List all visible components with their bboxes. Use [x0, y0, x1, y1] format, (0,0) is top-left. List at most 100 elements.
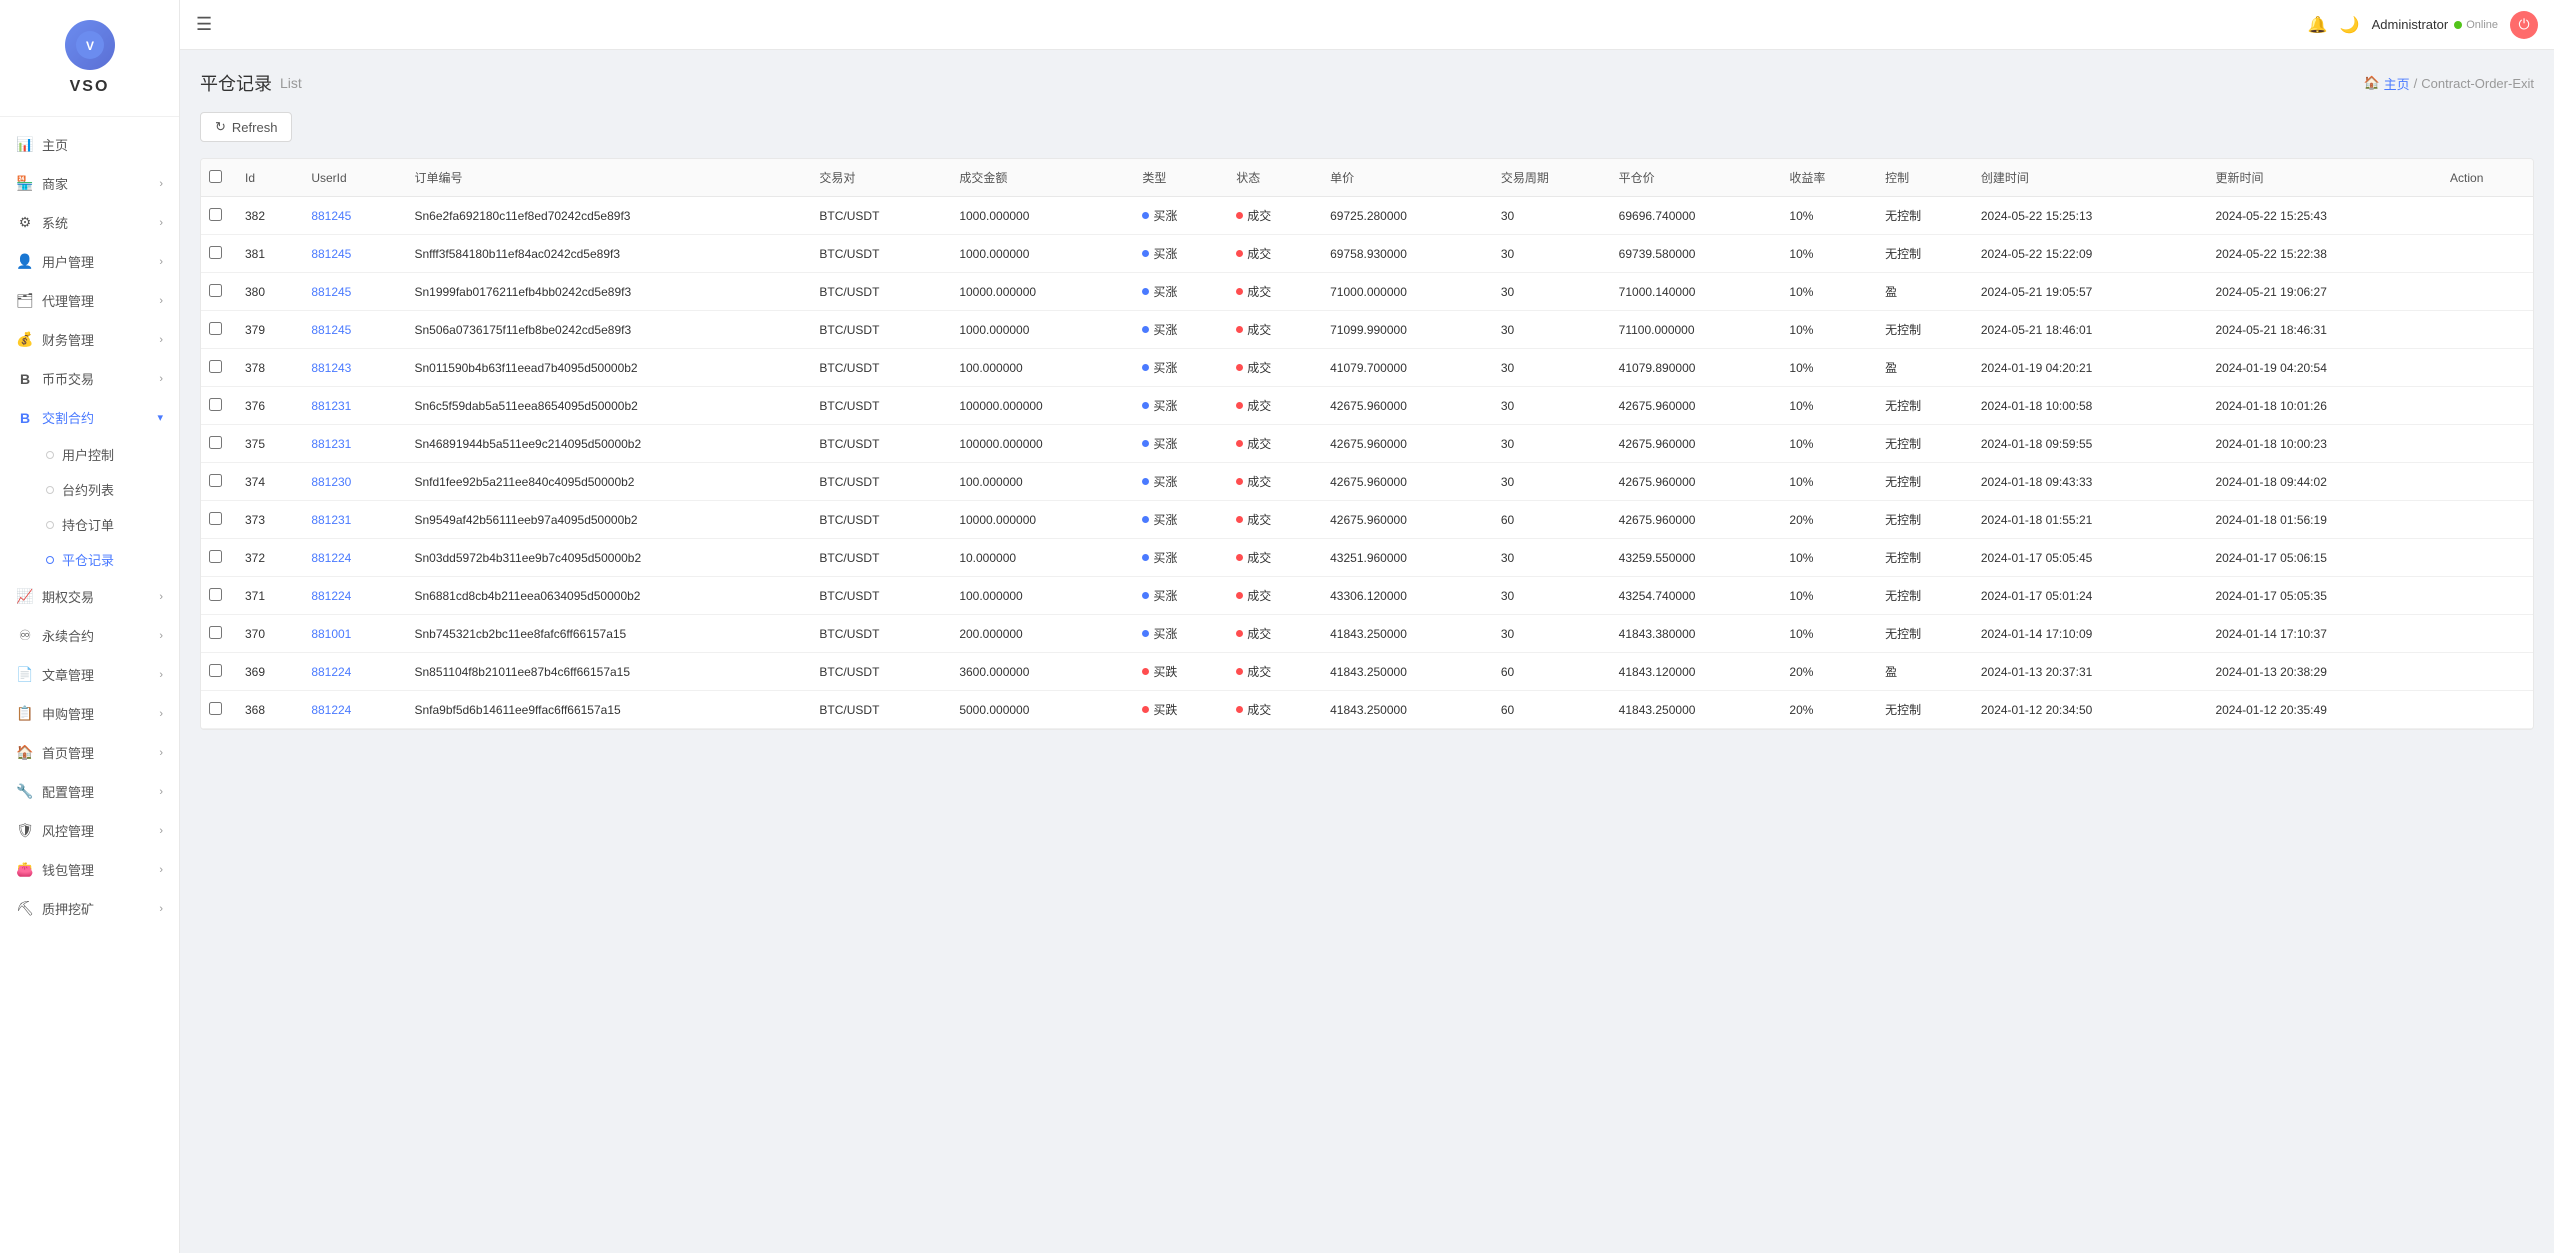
cell-pair: BTC/USDT [811, 653, 951, 691]
userid-link[interactable]: 881230 [311, 475, 351, 489]
sidebar-item-risk[interactable]: 🛡 风控管理 › [0, 811, 179, 850]
power-button[interactable]: ⏻ [2510, 11, 2538, 39]
cell-update-time: 2024-01-17 05:06:15 [2207, 539, 2442, 577]
userid-link[interactable]: 881245 [311, 285, 351, 299]
userid-link[interactable]: 881224 [311, 551, 351, 565]
sidebar-item-homepage[interactable]: 🏠 首页管理 › [0, 733, 179, 772]
status-dot [1236, 212, 1243, 219]
cell-yield: 10% [1781, 615, 1877, 653]
cell-amount: 1000.000000 [951, 311, 1134, 349]
sidebar-item-label: 商家 [42, 174, 159, 193]
cell-type: 买涨 [1134, 615, 1228, 653]
cell-userid: 881245 [303, 311, 406, 349]
row-checkbox[interactable] [209, 246, 222, 259]
cell-control: 盈 [1877, 273, 1973, 311]
page-title: 平仓记录 [200, 70, 272, 96]
userid-link[interactable]: 881245 [311, 247, 351, 261]
sidebar-item-label: 申购管理 [42, 704, 159, 723]
sidebar-item-position-order[interactable]: 持仓订单 [30, 507, 179, 542]
row-checkbox[interactable] [209, 512, 222, 525]
cell-period: 30 [1493, 577, 1611, 615]
cell-amount: 100000.000000 [951, 425, 1134, 463]
cell-yield: 10% [1781, 197, 1877, 235]
refresh-button[interactable]: ↻ Refresh [200, 112, 292, 142]
row-checkbox[interactable] [209, 626, 222, 639]
userid-link[interactable]: 881231 [311, 513, 351, 527]
sidebar-item-mining[interactable]: ⛏ 质押挖矿 › [0, 889, 179, 928]
cell-type: 买涨 [1134, 577, 1228, 615]
cell-yield: 20% [1781, 501, 1877, 539]
sidebar-item-agent[interactable]: 🗂 代理管理 › [0, 281, 179, 320]
userid-link[interactable]: 881001 [311, 627, 351, 641]
breadcrumb-home[interactable]: 主页 [2384, 74, 2410, 93]
cell-close-price: 69696.740000 [1611, 197, 1782, 235]
cell-status: 成交 [1228, 653, 1322, 691]
sidebar-item-user-control[interactable]: 用户控制 [30, 437, 179, 472]
select-all-checkbox[interactable] [209, 170, 222, 183]
row-checkbox[interactable] [209, 284, 222, 297]
cell-period: 30 [1493, 197, 1611, 235]
sidebar-item-wallet[interactable]: 👛 钱包管理 › [0, 850, 179, 889]
sidebar-item-home[interactable]: 📊 主页 [0, 125, 179, 164]
cell-type: 买涨 [1134, 197, 1228, 235]
row-checkbox[interactable] [209, 208, 222, 221]
cell-control: 无控制 [1877, 425, 1973, 463]
row-checkbox[interactable] [209, 550, 222, 563]
moon-icon[interactable]: 🌙 [2340, 15, 2360, 35]
status-label: 成交 [1247, 511, 1271, 528]
sidebar-item-perpetual[interactable]: ♾ 永续合约 › [0, 616, 179, 655]
sidebar-item-finance[interactable]: 💰 财务管理 › [0, 320, 179, 359]
row-checkbox[interactable] [209, 474, 222, 487]
chevron-right-icon: › [159, 630, 163, 642]
wallet-icon: 👛 [16, 861, 34, 879]
cell-control: 无控制 [1877, 463, 1973, 501]
sidebar-item-config[interactable]: 🔧 配置管理 › [0, 772, 179, 811]
hamburger-icon[interactable]: ☰ [196, 14, 212, 35]
sidebar-item-contract-list[interactable]: 台约列表 [30, 472, 179, 507]
row-checkbox[interactable] [209, 702, 222, 715]
sidebar-item-coin[interactable]: B 币币交易 › [0, 359, 179, 398]
row-checkbox[interactable] [209, 360, 222, 373]
row-checkbox[interactable] [209, 322, 222, 335]
sidebar-item-close-record[interactable]: 平仓记录 [30, 542, 179, 577]
userid-link[interactable]: 881231 [311, 437, 351, 451]
userid-link[interactable]: 881224 [311, 589, 351, 603]
cell-pair: BTC/USDT [811, 539, 951, 577]
cell-control: 无控制 [1877, 311, 1973, 349]
apply-icon: 📋 [16, 705, 34, 723]
agent-icon: 🗂 [16, 292, 34, 310]
row-checkbox[interactable] [209, 588, 222, 601]
cell-order-no: Sn851104f8b21011ee87b4c6ff66157a15 [406, 653, 811, 691]
sidebar-item-system[interactable]: ⚙ 系统 › [0, 203, 179, 242]
cell-amount: 100.000000 [951, 577, 1134, 615]
sidebar-item-merchant[interactable]: 🏪 商家 › [0, 164, 179, 203]
sidebar-item-user[interactable]: 👤 用户管理 › [0, 242, 179, 281]
sidebar-item-apply[interactable]: 📋 申购管理 › [0, 694, 179, 733]
cell-period: 30 [1493, 615, 1611, 653]
bell-icon[interactable]: 🔔 [2308, 15, 2328, 35]
sidebar-item-contract[interactable]: B 交割合约 ▾ [0, 398, 179, 437]
sub-dot [46, 556, 54, 564]
sidebar-item-article[interactable]: 📄 文章管理 › [0, 655, 179, 694]
cell-userid: 881224 [303, 653, 406, 691]
userid-link[interactable]: 881243 [311, 361, 351, 375]
row-checkbox[interactable] [209, 436, 222, 449]
cell-pair: BTC/USDT [811, 197, 951, 235]
userid-link[interactable]: 881224 [311, 665, 351, 679]
userid-link[interactable]: 881245 [311, 323, 351, 337]
cell-period: 30 [1493, 235, 1611, 273]
type-label: 买涨 [1153, 625, 1177, 642]
breadcrumb-home-icon: 🏠 [2363, 75, 2379, 91]
cell-update-time: 2024-05-22 15:25:43 [2207, 197, 2442, 235]
status-label: 成交 [1247, 245, 1271, 262]
userid-link[interactable]: 881231 [311, 399, 351, 413]
userid-link[interactable]: 881245 [311, 209, 351, 223]
cell-status: 成交 [1228, 501, 1322, 539]
row-checkbox[interactable] [209, 398, 222, 411]
chevron-right-icon: › [159, 864, 163, 876]
row-checkbox[interactable] [209, 664, 222, 677]
cell-userid: 881001 [303, 615, 406, 653]
sub-item-label: 台约列表 [62, 480, 114, 499]
userid-link[interactable]: 881224 [311, 703, 351, 717]
sidebar-item-options[interactable]: 📈 期权交易 › [0, 577, 179, 616]
